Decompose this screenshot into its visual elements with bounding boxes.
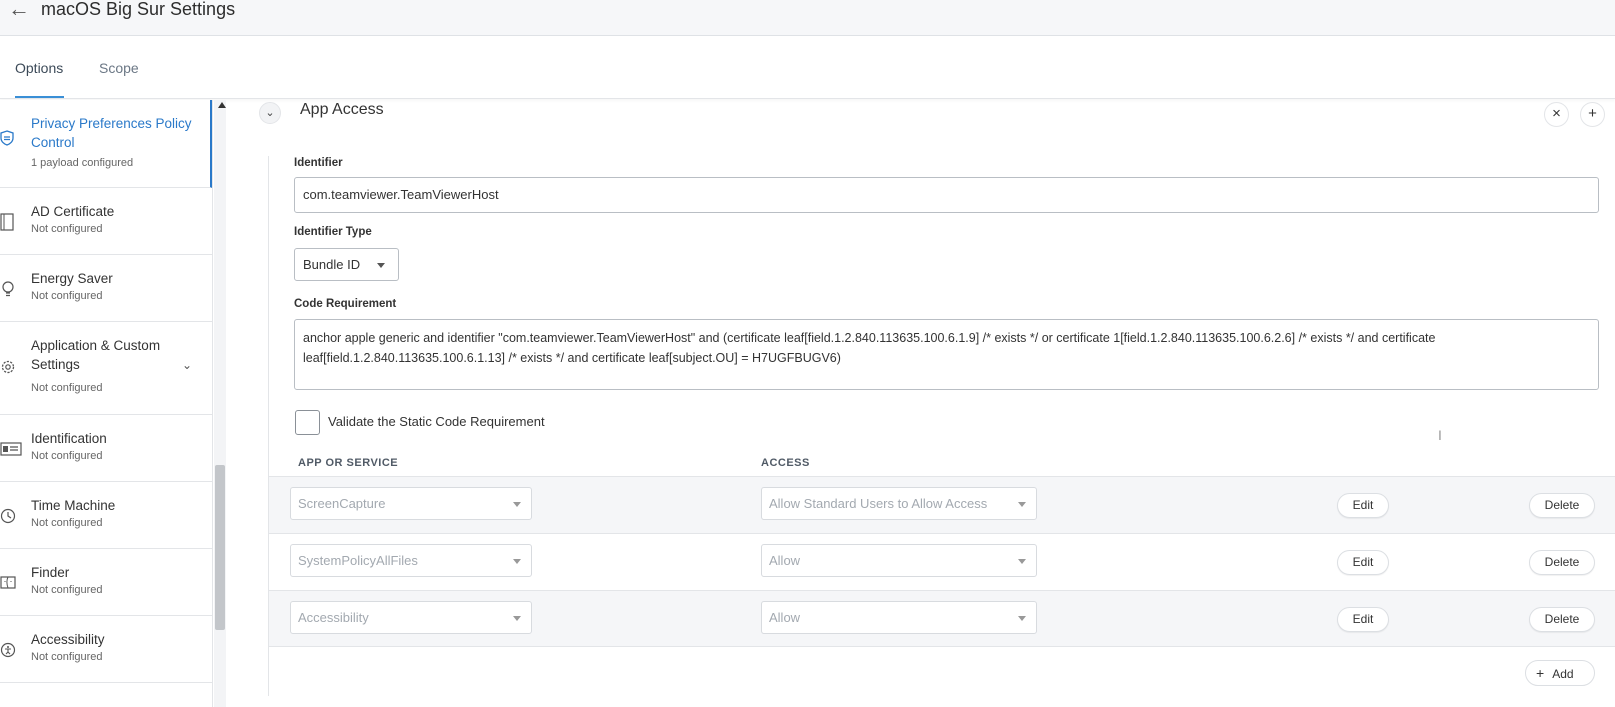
column-header-access: ACCESS (761, 457, 810, 469)
sidebar-item-finder[interactable]: Finder Not configured (0, 549, 212, 616)
sidebar-item-label: Time Machine (31, 498, 116, 513)
identifier-type-value: Bundle ID (303, 257, 361, 272)
identifier-label: Identifier (294, 157, 343, 169)
delete-button[interactable]: Delete (1529, 607, 1595, 632)
sidebar-item-label: Energy Saver (31, 271, 113, 286)
sidebar-item-status: Not configured (31, 450, 103, 462)
id-card-icon (0, 442, 22, 458)
edit-button[interactable]: Edit (1337, 550, 1389, 575)
payload-editor: ⌄ App Access × + Identifier com.teamview… (232, 100, 1615, 707)
page-title: macOS Big Sur Settings (41, 0, 236, 19)
edit-button[interactable]: Edit (1337, 607, 1389, 632)
identifier-type-label: Identifier Type (294, 226, 372, 238)
clock-icon (0, 508, 16, 524)
validate-code-requirement-checkbox[interactable] (295, 410, 320, 435)
access-value: Allow Standard Users to Allow Access (769, 496, 988, 511)
table-row: ScreenCapture Allow Standard Users to Al… (269, 476, 1615, 533)
identifier-input[interactable]: com.teamviewer.TeamViewerHost (294, 177, 1599, 213)
remove-section-button[interactable]: × (1544, 102, 1569, 127)
app-service-select[interactable]: ScreenCapture (290, 487, 532, 520)
app-service-value: SystemPolicyAllFiles (298, 553, 418, 568)
caret-down-icon (513, 616, 521, 621)
sidebar-item-energy-saver[interactable]: Energy Saver Not configured (0, 255, 212, 322)
access-select[interactable]: Allow Standard Users to Allow Access (761, 487, 1037, 520)
caret-down-icon (1018, 502, 1026, 507)
tab-scope[interactable]: Scope (99, 60, 139, 76)
add-row-button[interactable]: + Add (1525, 660, 1595, 686)
sidebar-item-status: Not configured (31, 223, 103, 235)
shield-icon (0, 130, 16, 146)
scroll-up-arrow-icon[interactable] (218, 102, 226, 108)
scrollbar-thumb[interactable] (215, 465, 225, 630)
app-service-select[interactable]: Accessibility (290, 601, 532, 634)
sidebar-item-label: Application & Custom Settings (31, 338, 161, 372)
arrow-left-icon[interactable]: ← (8, 0, 30, 22)
code-requirement-label: Code Requirement (294, 298, 397, 310)
sidebar-item-status: 1 payload configured (31, 157, 134, 169)
access-value: Allow (769, 610, 801, 625)
app-service-value: ScreenCapture (298, 496, 386, 511)
access-value: Allow (769, 553, 801, 568)
sidebar-item-status: Not configured (31, 651, 103, 663)
app-service-select[interactable]: SystemPolicyAllFiles (290, 544, 532, 577)
column-header-app: APP OR SERVICE (298, 457, 399, 469)
sidebar-item-application-custom-settings[interactable]: Application & Custom Settings Not config… (0, 322, 212, 415)
table-row: Accessibility Allow Edit Delete (269, 590, 1615, 647)
sidebar-item-label: Privacy Preferences Policy Control (31, 116, 192, 150)
caret-down-icon (1018, 616, 1026, 621)
sidebar-item-label: Accessibility (31, 632, 105, 647)
access-select[interactable]: Allow (761, 544, 1037, 577)
delete-button[interactable]: Delete (1529, 493, 1595, 518)
caret-down-icon (513, 559, 521, 564)
sidebar-item-label: AD Certificate (31, 204, 115, 219)
add-row-label: Add (1552, 667, 1574, 681)
lightbulb-icon (0, 280, 16, 297)
accessibility-icon (0, 642, 16, 658)
caret-down-icon (1018, 559, 1026, 564)
sidebar-item-time-machine[interactable]: Time Machine Not configured (0, 482, 212, 549)
top-bar: ← macOS Big Sur Settings (0, 0, 1615, 36)
table-row: SystemPolicyAllFiles Allow Edit Delete (269, 533, 1615, 590)
caret-down-icon (513, 502, 521, 507)
sidebar-item-status: Not configured (31, 584, 103, 596)
app-service-value: Accessibility (298, 610, 369, 625)
sidebar-item-status: Not configured (31, 382, 103, 394)
code-requirement-textarea[interactable]: anchor apple generic and identifier "com… (294, 319, 1599, 390)
gear-icon (0, 359, 16, 375)
identifier-type-select[interactable]: Bundle ID (294, 248, 399, 281)
tab-options[interactable]: Options (15, 60, 63, 76)
chevron-down-icon[interactable]: ⌄ (182, 358, 192, 372)
sidebar-item-status: Not configured (31, 290, 103, 302)
finder-icon (0, 575, 16, 591)
section-title: App Access (300, 101, 384, 118)
text-cursor-icon: I (1438, 427, 1442, 443)
payload-sidebar: Privacy Preferences Policy Control 1 pay… (0, 100, 213, 707)
sidebar-item-identification[interactable]: Identification Not configured (0, 415, 212, 482)
sidebar-item-ad-certificate[interactable]: AD Certificate Not configured (0, 188, 212, 255)
sidebar-item-privacy-preferences[interactable]: Privacy Preferences Policy Control 1 pay… (0, 100, 212, 188)
sidebar-item-accessibility[interactable]: Accessibility Not configured (0, 616, 212, 683)
add-section-button[interactable]: + (1580, 102, 1605, 127)
sidebar-item-label: Finder (31, 565, 70, 580)
caret-down-icon (377, 263, 385, 268)
certificate-icon (0, 213, 16, 231)
validate-code-requirement-label: Validate the Static Code Requirement (328, 414, 545, 429)
collapse-section-button[interactable]: ⌄ (259, 102, 281, 124)
plus-icon: + (1536, 665, 1545, 681)
sidebar-item-status: Not configured (31, 517, 103, 529)
edit-button[interactable]: Edit (1337, 493, 1389, 518)
delete-button[interactable]: Delete (1529, 550, 1595, 575)
active-tab-indicator (15, 96, 64, 98)
tab-bar: Options Scope (0, 36, 1615, 99)
access-select[interactable]: Allow (761, 601, 1037, 634)
sidebar-item-label: Identification (31, 431, 107, 446)
